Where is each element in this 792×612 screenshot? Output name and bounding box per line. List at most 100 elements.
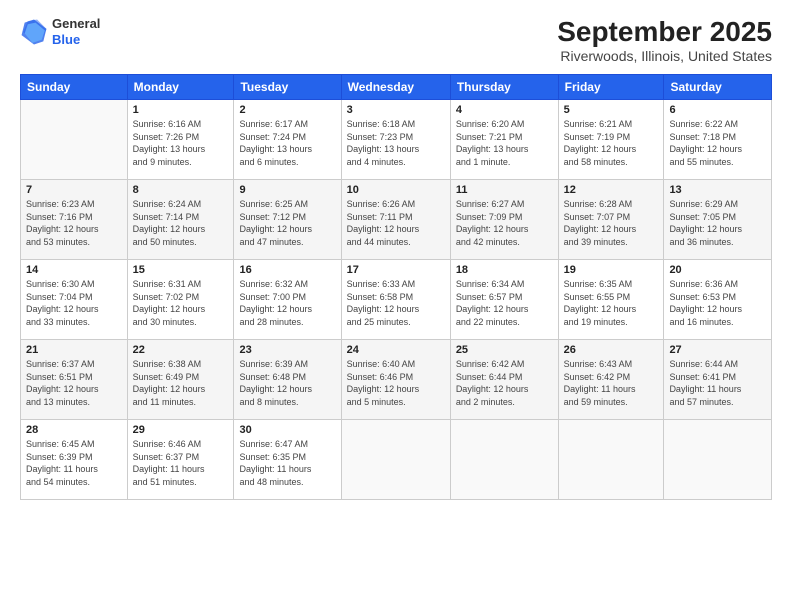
- logo-line1: General: [52, 16, 100, 32]
- day-number: 28: [26, 424, 122, 436]
- day-number: 15: [133, 264, 229, 276]
- day-info: Sunrise: 6:17 AM Sunset: 7:24 PM Dayligh…: [239, 118, 335, 168]
- header-row: Sunday Monday Tuesday Wednesday Thursday…: [21, 75, 772, 100]
- cell-w1-d1: [21, 100, 128, 180]
- main-title: September 2025: [557, 16, 772, 48]
- page: General Blue September 2025 Riverwoods, …: [0, 0, 792, 612]
- day-number: 1: [133, 104, 229, 116]
- day-info: Sunrise: 6:24 AM Sunset: 7:14 PM Dayligh…: [133, 198, 229, 248]
- day-number: 2: [239, 104, 335, 116]
- cell-w2-d5: 11 Sunrise: 6:27 AM Sunset: 7:09 PM Dayli…: [450, 180, 558, 260]
- day-info: Sunrise: 6:26 AM Sunset: 7:11 PM Dayligh…: [347, 198, 445, 248]
- day-info: Sunrise: 6:39 AM Sunset: 6:48 PM Dayligh…: [239, 358, 335, 408]
- day-info: Sunrise: 6:23 AM Sunset: 7:16 PM Dayligh…: [26, 198, 122, 248]
- day-number: 25: [456, 344, 553, 356]
- cell-w5-d1: 28 Sunrise: 6:45 AM Sunset: 6:39 PM Dayli…: [21, 420, 128, 500]
- cell-w2-d3: 9 Sunrise: 6:25 AM Sunset: 7:12 PM Daylig…: [234, 180, 341, 260]
- day-info: Sunrise: 6:42 AM Sunset: 6:44 PM Dayligh…: [456, 358, 553, 408]
- day-info: Sunrise: 6:33 AM Sunset: 6:58 PM Dayligh…: [347, 278, 445, 328]
- day-info: Sunrise: 6:47 AM Sunset: 6:35 PM Dayligh…: [239, 438, 335, 488]
- logo-line2: Blue: [52, 32, 100, 48]
- day-info: Sunrise: 6:40 AM Sunset: 6:46 PM Dayligh…: [347, 358, 445, 408]
- week-row-5: 28 Sunrise: 6:45 AM Sunset: 6:39 PM Dayli…: [21, 420, 772, 500]
- calendar: Sunday Monday Tuesday Wednesday Thursday…: [20, 74, 772, 500]
- cell-w2-d6: 12 Sunrise: 6:28 AM Sunset: 7:07 PM Dayli…: [558, 180, 664, 260]
- day-number: 5: [564, 104, 659, 116]
- col-tuesday: Tuesday: [234, 75, 341, 100]
- col-friday: Friday: [558, 75, 664, 100]
- col-saturday: Saturday: [664, 75, 772, 100]
- day-number: 26: [564, 344, 659, 356]
- day-info: Sunrise: 6:30 AM Sunset: 7:04 PM Dayligh…: [26, 278, 122, 328]
- cell-w1-d7: 6 Sunrise: 6:22 AM Sunset: 7:18 PM Daylig…: [664, 100, 772, 180]
- header: General Blue September 2025 Riverwoods, …: [20, 16, 772, 64]
- day-info: Sunrise: 6:28 AM Sunset: 7:07 PM Dayligh…: [564, 198, 659, 248]
- col-thursday: Thursday: [450, 75, 558, 100]
- day-info: Sunrise: 6:44 AM Sunset: 6:41 PM Dayligh…: [669, 358, 766, 408]
- cell-w3-d6: 19Sunrise: 6:35 AM Sunset: 6:55 PM Dayli…: [558, 260, 664, 340]
- day-number: 16: [239, 264, 335, 276]
- col-monday: Monday: [127, 75, 234, 100]
- title-block: September 2025 Riverwoods, Illinois, Uni…: [557, 16, 772, 64]
- week-row-1: 1Sunrise: 6:16 AM Sunset: 7:26 PM Daylig…: [21, 100, 772, 180]
- cell-w3-d3: 16Sunrise: 6:32 AM Sunset: 7:00 PM Dayli…: [234, 260, 341, 340]
- day-info: Sunrise: 6:37 AM Sunset: 6:51 PM Dayligh…: [26, 358, 122, 408]
- day-number: 12: [564, 184, 659, 196]
- day-number: 20: [669, 264, 766, 276]
- day-number: 27: [669, 344, 766, 356]
- logo-icon: [20, 18, 48, 46]
- day-number: 22: [133, 344, 229, 356]
- subtitle: Riverwoods, Illinois, United States: [557, 48, 772, 64]
- day-number: 8: [133, 184, 229, 196]
- day-number: 11: [456, 184, 553, 196]
- day-number: 14: [26, 264, 122, 276]
- cell-w5-d4: [341, 420, 450, 500]
- day-number: 13: [669, 184, 766, 196]
- cell-w3-d5: 18Sunrise: 6:34 AM Sunset: 6:57 PM Dayli…: [450, 260, 558, 340]
- cell-w2-d1: 7 Sunrise: 6:23 AM Sunset: 7:16 PM Daylig…: [21, 180, 128, 260]
- cell-w5-d7: [664, 420, 772, 500]
- cell-w2-d4: 10 Sunrise: 6:26 AM Sunset: 7:11 PM Dayli…: [341, 180, 450, 260]
- week-row-4: 21Sunrise: 6:37 AM Sunset: 6:51 PM Dayli…: [21, 340, 772, 420]
- cell-w4-d3: 23 Sunrise: 6:39 AM Sunset: 6:48 PM Dayli…: [234, 340, 341, 420]
- cell-w5-d6: [558, 420, 664, 500]
- cell-w3-d2: 15 Sunrise: 6:31 AM Sunset: 7:02 PM Dayli…: [127, 260, 234, 340]
- week-row-3: 14 Sunrise: 6:30 AM Sunset: 7:04 PM Dayli…: [21, 260, 772, 340]
- cell-w1-d6: 5 Sunrise: 6:21 AM Sunset: 7:19 PM Daylig…: [558, 100, 664, 180]
- day-info: Sunrise: 6:27 AM Sunset: 7:09 PM Dayligh…: [456, 198, 553, 248]
- cell-w3-d7: 20 Sunrise: 6:36 AM Sunset: 6:53 PM Dayli…: [664, 260, 772, 340]
- day-info: Sunrise: 6:21 AM Sunset: 7:19 PM Dayligh…: [564, 118, 659, 168]
- logo: General Blue: [20, 16, 100, 47]
- cell-w4-d2: 22 Sunrise: 6:38 AM Sunset: 6:49 PM Dayli…: [127, 340, 234, 420]
- cell-w2-d7: 13 Sunrise: 6:29 AM Sunset: 7:05 PM Dayli…: [664, 180, 772, 260]
- col-wednesday: Wednesday: [341, 75, 450, 100]
- day-info: Sunrise: 6:25 AM Sunset: 7:12 PM Dayligh…: [239, 198, 335, 248]
- day-info: Sunrise: 6:46 AM Sunset: 6:37 PM Dayligh…: [133, 438, 229, 488]
- day-number: 4: [456, 104, 553, 116]
- day-info: Sunrise: 6:36 AM Sunset: 6:53 PM Dayligh…: [669, 278, 766, 328]
- cell-w4-d6: 26 Sunrise: 6:43 AM Sunset: 6:42 PM Dayli…: [558, 340, 664, 420]
- cell-w1-d2: 1Sunrise: 6:16 AM Sunset: 7:26 PM Daylig…: [127, 100, 234, 180]
- day-number: 18: [456, 264, 553, 276]
- cell-w1-d4: 3Sunrise: 6:18 AM Sunset: 7:23 PM Daylig…: [341, 100, 450, 180]
- cell-w3-d4: 17 Sunrise: 6:33 AM Sunset: 6:58 PM Dayli…: [341, 260, 450, 340]
- cell-w4-d7: 27 Sunrise: 6:44 AM Sunset: 6:41 PM Dayli…: [664, 340, 772, 420]
- cell-w4-d1: 21Sunrise: 6:37 AM Sunset: 6:51 PM Dayli…: [21, 340, 128, 420]
- day-number: 17: [347, 264, 445, 276]
- cell-w5-d2: 29 Sunrise: 6:46 AM Sunset: 6:37 PM Dayli…: [127, 420, 234, 500]
- week-row-2: 7 Sunrise: 6:23 AM Sunset: 7:16 PM Daylig…: [21, 180, 772, 260]
- day-info: Sunrise: 6:29 AM Sunset: 7:05 PM Dayligh…: [669, 198, 766, 248]
- day-info: Sunrise: 6:31 AM Sunset: 7:02 PM Dayligh…: [133, 278, 229, 328]
- day-number: 6: [669, 104, 766, 116]
- day-number: 23: [239, 344, 335, 356]
- day-info: Sunrise: 6:22 AM Sunset: 7:18 PM Dayligh…: [669, 118, 766, 168]
- cell-w5-d3: 30Sunrise: 6:47 AM Sunset: 6:35 PM Dayli…: [234, 420, 341, 500]
- day-number: 10: [347, 184, 445, 196]
- day-number: 29: [133, 424, 229, 436]
- day-info: Sunrise: 6:43 AM Sunset: 6:42 PM Dayligh…: [564, 358, 659, 408]
- day-info: Sunrise: 6:45 AM Sunset: 6:39 PM Dayligh…: [26, 438, 122, 488]
- day-number: 9: [239, 184, 335, 196]
- day-number: 7: [26, 184, 122, 196]
- day-info: Sunrise: 6:38 AM Sunset: 6:49 PM Dayligh…: [133, 358, 229, 408]
- day-info: Sunrise: 6:18 AM Sunset: 7:23 PM Dayligh…: [347, 118, 445, 168]
